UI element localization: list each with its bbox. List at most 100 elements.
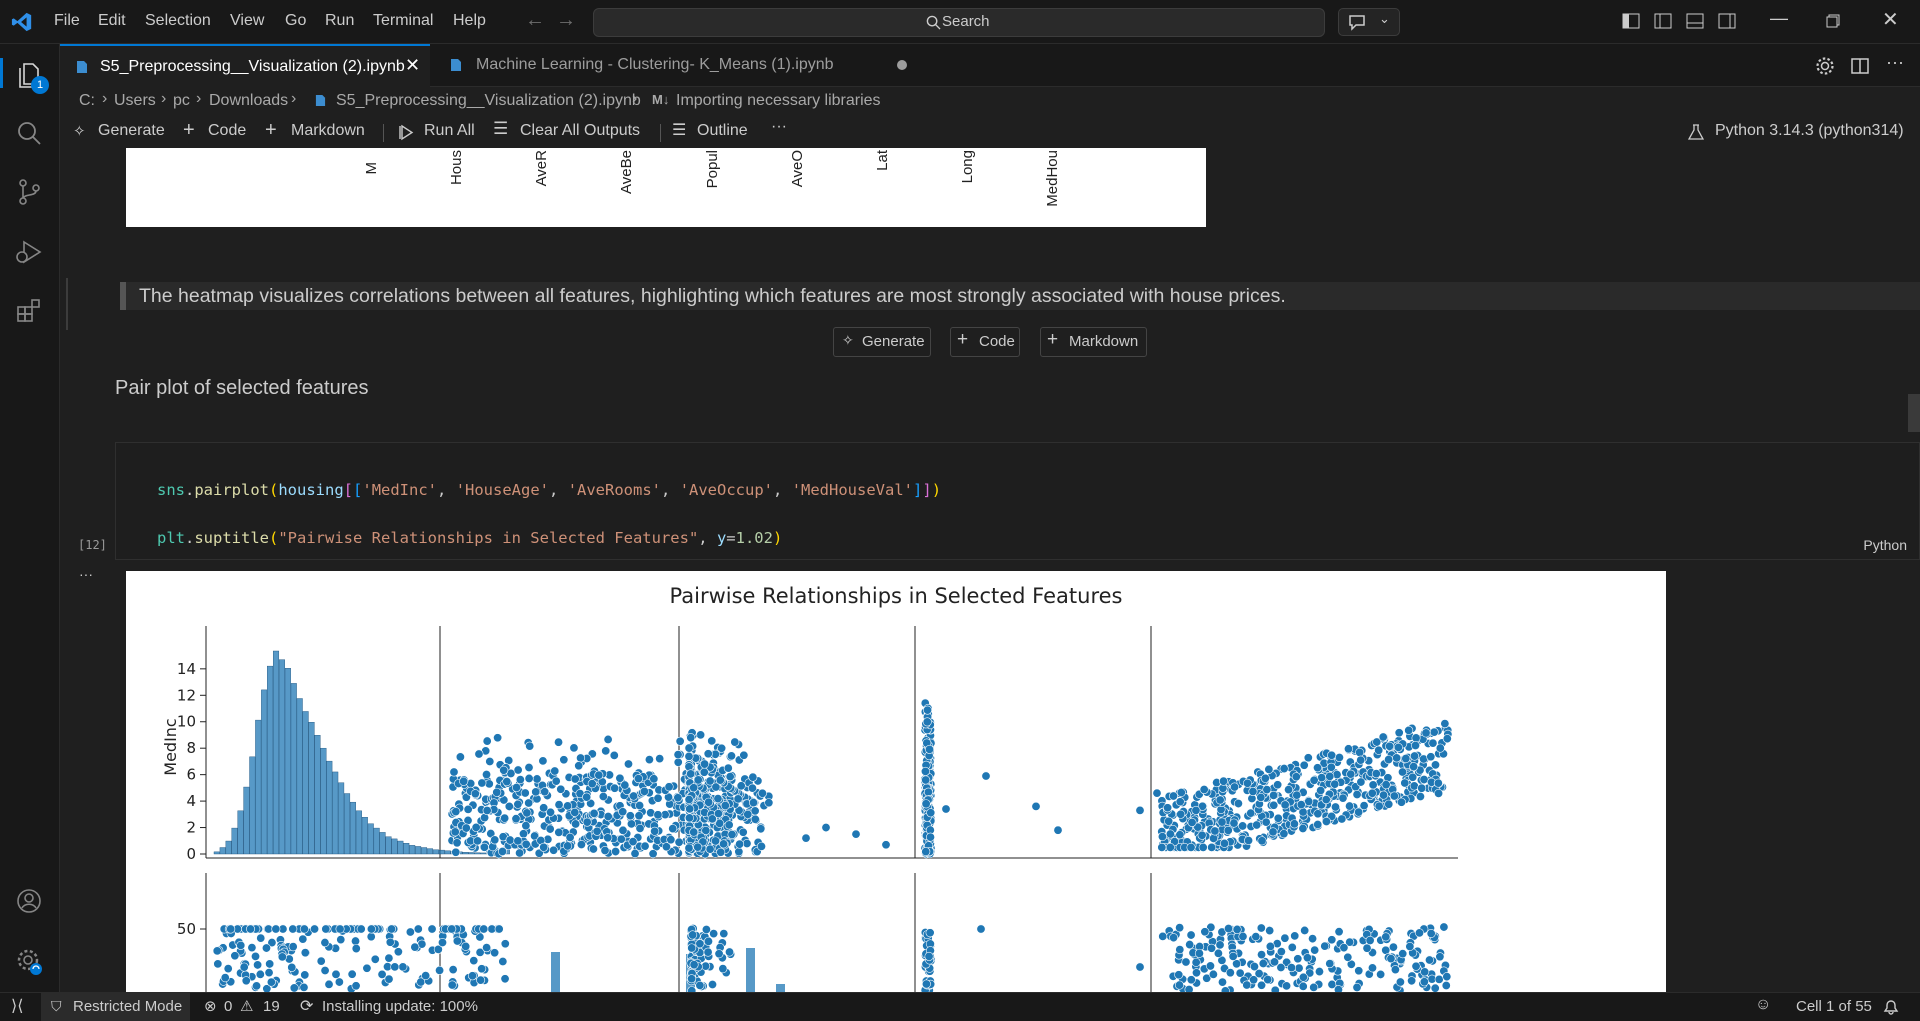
restore-icon[interactable] — [1826, 14, 1840, 28]
hist-bar — [308, 722, 315, 855]
kernel-picker[interactable]: Python 3.14.3 (python314) — [1715, 122, 1904, 140]
scatter-point — [1198, 842, 1208, 852]
scatter-point — [477, 778, 487, 788]
scatter-point — [1031, 801, 1041, 811]
add-markdown-button[interactable]: Markdown — [291, 122, 365, 140]
insert-markdown-button[interactable]: + Markdown — [1040, 327, 1147, 357]
more-actions-icon[interactable]: ··· — [1886, 52, 1904, 73]
scatter-point — [653, 793, 663, 803]
menu-go[interactable]: Go — [285, 12, 306, 30]
scatter-point — [450, 827, 460, 837]
remote-indicator[interactable]: ⟩⟨ — [0, 993, 38, 1021]
explorer-badge: 1 — [31, 76, 49, 94]
source-control-icon[interactable] — [16, 178, 42, 206]
scatter-point — [699, 767, 709, 777]
menu-edit[interactable]: Edit — [98, 12, 126, 30]
copilot-button[interactable]: ⌄ — [1338, 8, 1400, 36]
update-status-item[interactable]: ⟳ Installing update: 100% — [300, 993, 500, 1021]
cell-position[interactable]: Cell 1 of 55 — [1796, 998, 1872, 1015]
scatter-point — [437, 938, 447, 948]
toggle-panel-icon[interactable] — [1686, 13, 1704, 29]
minimize-icon[interactable]: — — [1770, 8, 1788, 29]
customize-layout-icon[interactable] — [1622, 13, 1640, 29]
scatter-point — [265, 959, 275, 969]
menu-help[interactable]: Help — [453, 12, 486, 30]
scatter-point — [452, 936, 462, 946]
toolbar-divider — [383, 124, 384, 142]
tab-preprocessing-notebook[interactable]: S5_Preprocessing__Visualization (2).ipyn… — [60, 44, 430, 88]
code-cell[interactable]: sns.pairplot(housing[['MedInc', 'HouseAg… — [115, 442, 1920, 595]
add-code-button[interactable]: Code — [208, 122, 246, 140]
scatter-point — [482, 943, 492, 953]
toggle-primary-sidebar-icon[interactable] — [1654, 13, 1672, 29]
insert-generate-button[interactable]: ✧ Generate — [833, 327, 931, 357]
search-view-icon[interactable] — [16, 120, 42, 146]
generate-button[interactable]: Generate — [98, 122, 165, 140]
scatter-point — [266, 977, 276, 987]
hist-bar — [261, 689, 268, 855]
insert-code-button[interactable]: + Code — [950, 327, 1020, 357]
hist-bar — [290, 683, 297, 855]
scatter-point — [1192, 968, 1202, 978]
breadcrumb-downloads[interactable]: Downloads — [209, 92, 288, 110]
scatter-point — [655, 754, 665, 764]
run-all-button[interactable]: Run All — [424, 122, 475, 140]
notifications-bell-icon[interactable] — [1882, 999, 1900, 1015]
command-center-search[interactable]: Search — [593, 8, 1325, 37]
markdown-cell-quote[interactable]: The heatmap visualizes correlations betw… — [120, 282, 1920, 310]
scatter-point — [1390, 965, 1400, 975]
clear-all-outputs-button[interactable]: Clear All Outputs — [520, 122, 640, 140]
scatter-point — [1304, 796, 1314, 806]
breadcrumb-drive[interactable]: C: — [79, 92, 95, 110]
back-arrow-icon[interactable]: ← — [525, 9, 545, 32]
scatter-point — [735, 839, 745, 849]
cell-language[interactable]: Python — [1863, 537, 1907, 553]
menu-view[interactable]: View — [230, 12, 264, 30]
hist-bar — [379, 832, 386, 855]
close-tab-icon[interactable]: ✕ — [405, 55, 420, 76]
scatter-point — [1434, 974, 1444, 984]
scatter-point — [1298, 823, 1308, 833]
more-toolbar-icon[interactable]: ··· — [771, 118, 787, 136]
breadcrumb-pc[interactable]: pc — [173, 92, 190, 110]
tab-clustering-notebook[interactable]: Machine Learning - Clustering- K_Means (… — [432, 44, 932, 86]
menu-file[interactable]: File — [54, 12, 80, 30]
scatter-point — [921, 847, 931, 857]
output-more-icon[interactable]: ··· — [79, 566, 93, 582]
scatter-point — [504, 801, 514, 811]
menu-run[interactable]: Run — [325, 12, 354, 30]
scatter-point — [684, 794, 694, 804]
run-debug-icon[interactable] — [14, 238, 44, 266]
restricted-mode-item[interactable]: ⛉ Restricted Mode — [41, 993, 190, 1021]
scatter-point — [1263, 975, 1273, 985]
unsaved-dot-icon[interactable] — [897, 60, 907, 70]
menu-terminal[interactable]: Terminal — [373, 12, 433, 30]
editor-scrollbar-thumb[interactable] — [1908, 394, 1920, 432]
scatter-point — [574, 761, 584, 771]
outline-button[interactable]: Outline — [697, 122, 748, 140]
scatter-point — [719, 929, 729, 939]
extensions-icon[interactable] — [16, 298, 42, 324]
scatter-point — [1163, 803, 1173, 813]
menu-selection[interactable]: Selection — [145, 12, 211, 30]
scatter-point — [1409, 762, 1419, 772]
scatter-point — [633, 774, 643, 784]
breadcrumb-file[interactable]: S5_Preprocessing__Visualization (2).ipyn… — [336, 92, 641, 110]
breadcrumb-users[interactable]: Users — [114, 92, 156, 110]
scatter-point — [1176, 809, 1186, 819]
scatter-point — [640, 841, 650, 851]
notebook-settings-gear-icon[interactable] — [1815, 56, 1835, 76]
notebook-toolbar: ✧ Generate + Code + Markdown Run All ☰ C… — [60, 116, 1920, 149]
toggle-secondary-sidebar-icon[interactable] — [1718, 13, 1736, 29]
manage-gear-icon[interactable] — [16, 948, 44, 976]
forward-arrow-icon[interactable]: → — [556, 9, 576, 32]
problems-item[interactable]: ⊗ 0 ⚠ 19 — [204, 993, 294, 1021]
insert-generate-label: Generate — [862, 333, 925, 350]
run-all-icon — [399, 124, 414, 141]
close-window-icon[interactable]: ✕ — [1882, 7, 1899, 32]
accounts-icon[interactable] — [16, 888, 42, 914]
copilot-status-icon[interactable]: ☺ — [1755, 996, 1771, 1014]
breadcrumb-section[interactable]: Importing necessary libraries — [676, 92, 881, 110]
scatter-point — [582, 792, 592, 802]
split-editor-icon[interactable] — [1850, 56, 1870, 76]
